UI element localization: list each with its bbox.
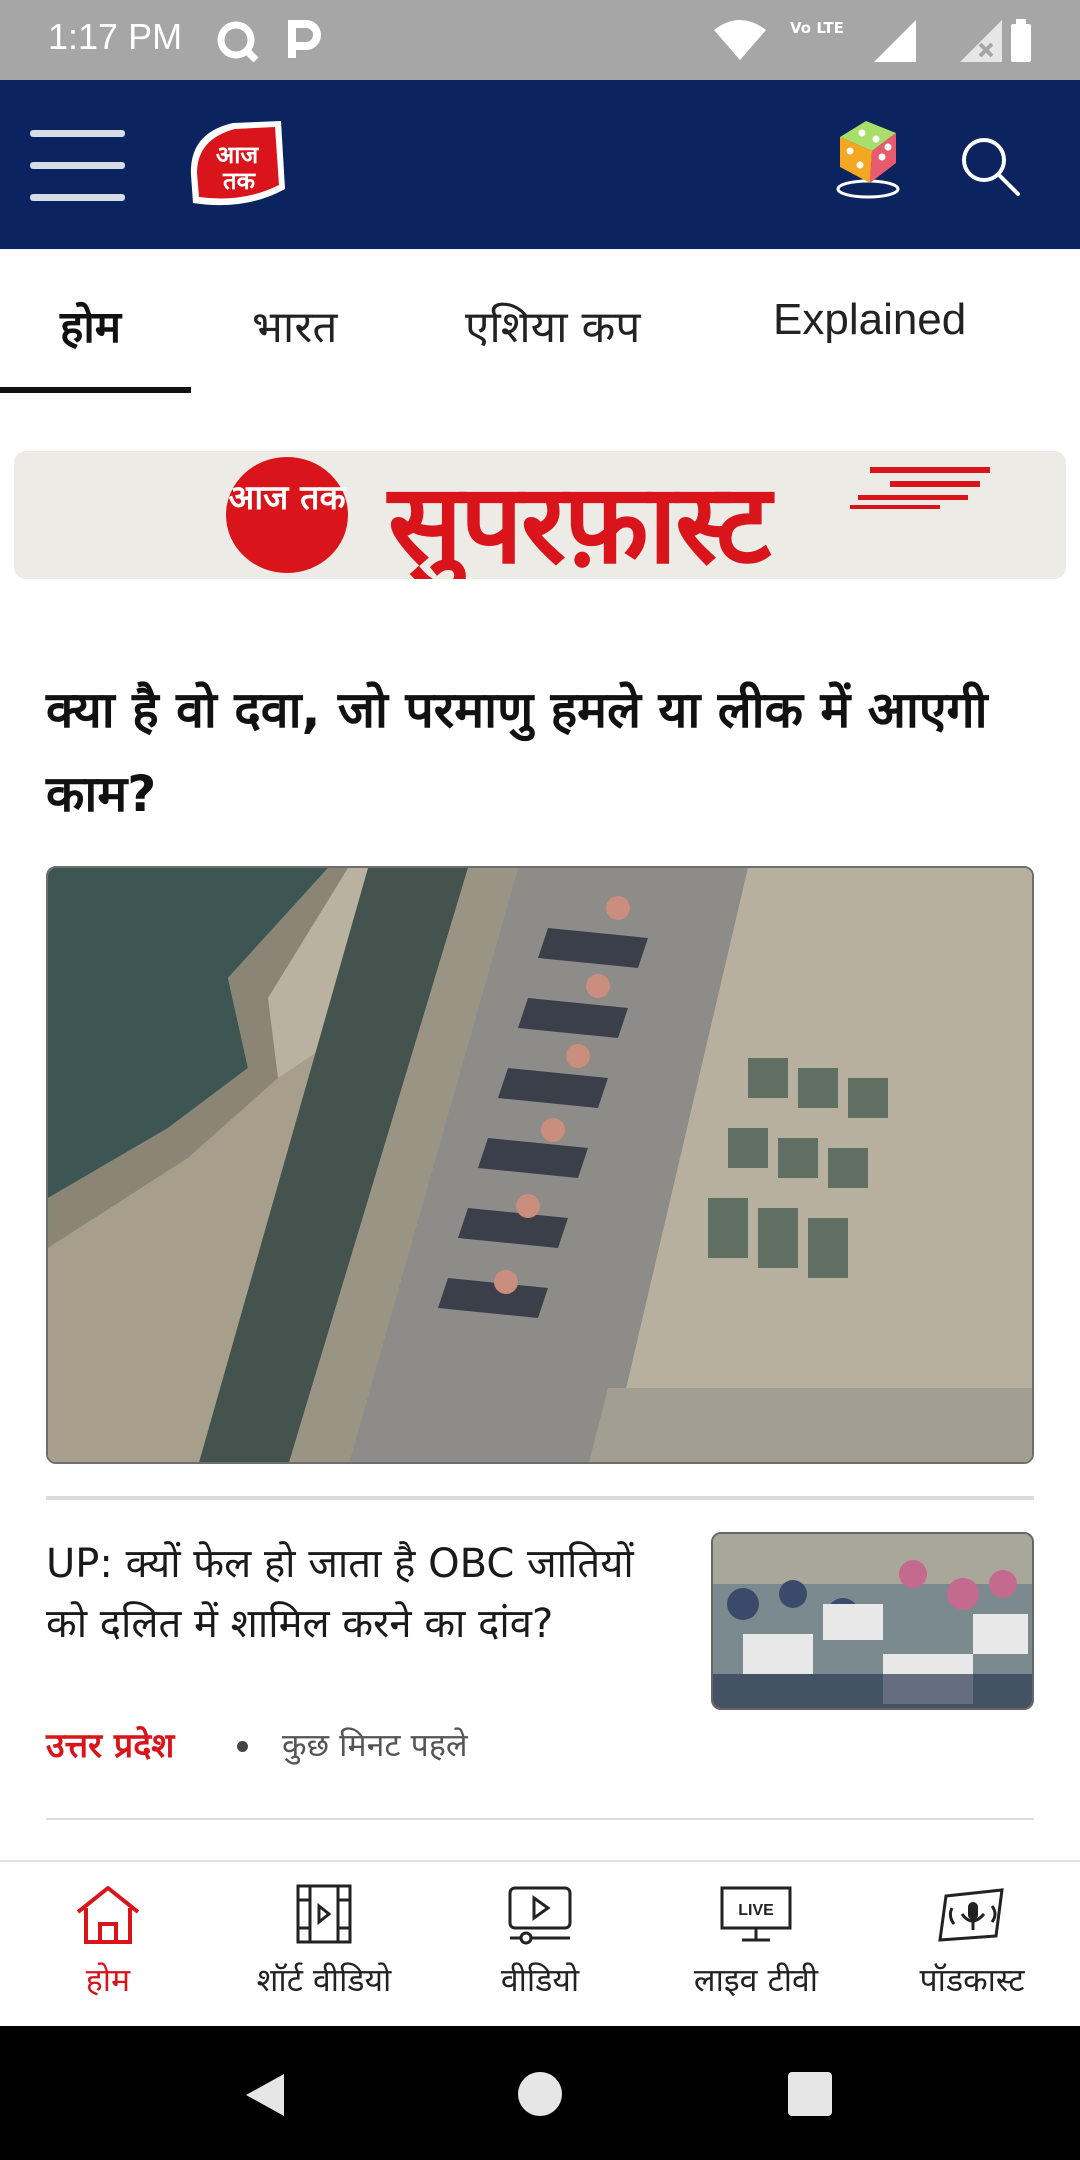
banner-logo-text: आज तक	[228, 478, 346, 518]
search-icon[interactable]	[958, 134, 1022, 198]
tab-bharat[interactable]: भारत	[252, 295, 337, 355]
category-tabs: होम भारत एशिया कप Explained	[0, 249, 1080, 394]
superfast-banner[interactable]: आज तक सुपरफ़ास्ट	[14, 451, 1066, 579]
nav-podcast-label: पॉडकास्ट	[919, 1961, 1025, 1999]
signal-icon	[874, 20, 916, 62]
system-navigation-bar	[0, 2026, 1080, 2160]
status-bar: 1:17 PM Vo LTE	[0, 0, 1080, 80]
nav-short-video[interactable]: शॉर्ट वीडियो	[216, 1862, 432, 2028]
status-time: 1:17 PM	[48, 16, 183, 57]
active-tab-indicator	[0, 387, 191, 393]
section-divider	[46, 1496, 1034, 1500]
tab-home[interactable]: होम	[60, 295, 121, 355]
lead-image[interactable]	[46, 866, 1034, 1464]
story-category[interactable]: उत्तर प्रदेश	[46, 1721, 174, 1767]
tab-asia-cup[interactable]: एशिया कप	[465, 295, 640, 355]
nav-podcast[interactable]: पॉडकास्ट	[864, 1862, 1080, 2028]
app-header: आज तक	[0, 80, 1080, 249]
short-video-icon	[296, 1884, 352, 1944]
recents-icon[interactable]	[786, 2070, 834, 2118]
lead-headline[interactable]: क्या है वो दवा, जो परमाणु हमले या लीक मे…	[46, 668, 1036, 836]
menu-icon[interactable]	[30, 130, 125, 202]
live-badge: LIVE	[738, 1902, 774, 1919]
logo-text-bottom: तक	[222, 167, 257, 195]
aajtak-logo[interactable]: आज तक	[185, 115, 291, 213]
video-icon	[508, 1886, 572, 1945]
speed-lines-icon	[850, 467, 990, 509]
nav-video[interactable]: वीडियो	[432, 1862, 648, 2028]
logo-text-top: आज	[216, 141, 260, 169]
home-circle-icon[interactable]	[516, 2070, 564, 2118]
p-app-icon	[288, 20, 321, 58]
volte-label: Vo LTE	[790, 19, 844, 37]
story-thumbnail[interactable]	[711, 1532, 1034, 1710]
nav-video-label: वीडियो	[500, 1961, 580, 1999]
podcast-icon	[938, 1888, 1004, 1942]
battery-icon	[1011, 19, 1031, 62]
live-tv-icon: LIVE	[720, 1886, 792, 1942]
section-divider-2	[46, 1818, 1034, 1820]
banner-logo: आज तक	[226, 457, 348, 573]
back-icon[interactable]	[240, 2070, 290, 2120]
signal-2-icon	[960, 20, 1002, 62]
notification-icon	[217, 21, 259, 62]
nav-home-label: होम	[85, 1961, 131, 1999]
home-icon	[76, 1886, 140, 1944]
nav-short-video-label: शॉर्ट वीडियो	[256, 1961, 392, 1999]
nav-home[interactable]: होम	[0, 1862, 216, 2028]
story-title[interactable]: UP: क्यों फेल हो जाता है OBC जातियों को …	[46, 1534, 686, 1654]
bottom-navigation: होम शॉर्ट वीडियो वीडियो LIVE लाइव टीवी प…	[0, 1860, 1080, 2028]
nav-live-tv-label: लाइव टीवी	[693, 1961, 819, 1999]
story-timestamp: कुछ मिनट पहले	[282, 1726, 468, 1764]
banner-title: सुपरफ़ास्ट	[388, 460, 771, 579]
meta-separator-dot	[237, 1741, 248, 1752]
tab-explained[interactable]: Explained	[773, 295, 966, 345]
games-dice-icon[interactable]	[832, 113, 904, 201]
wifi-icon	[714, 20, 766, 60]
nav-live-tv[interactable]: LIVE लाइव टीवी	[648, 1862, 864, 2028]
